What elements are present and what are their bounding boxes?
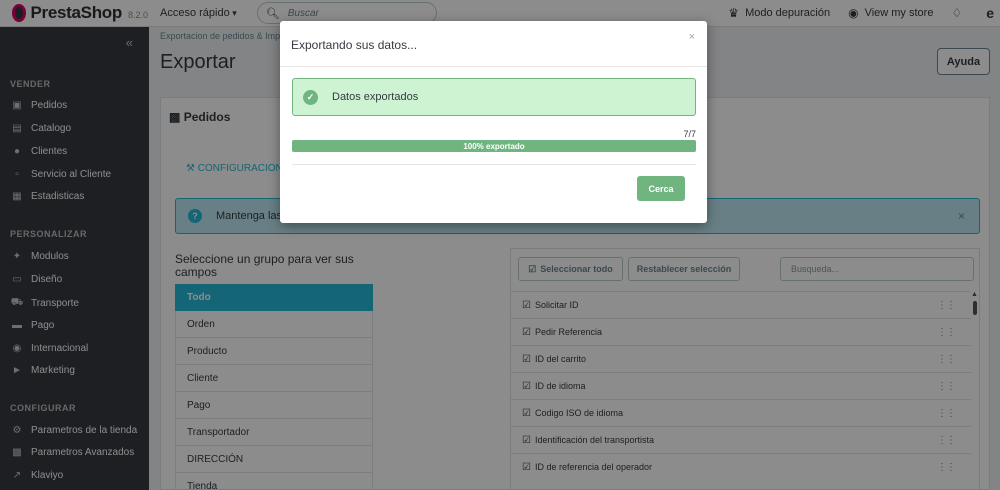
close-modal-button[interactable]: Cerca — [637, 176, 685, 201]
modal-title: Exportando sus datos... — [291, 38, 418, 52]
progress-fill: 100% exportado — [292, 140, 696, 152]
close-icon[interactable]: × — [689, 31, 695, 43]
divider — [280, 66, 707, 67]
progress-bar: 100% exportado — [292, 140, 696, 152]
check-icon: ✓ — [303, 89, 318, 105]
divider — [292, 164, 696, 165]
export-modal: Exportando sus datos... × ✓ Datos export… — [280, 21, 707, 223]
success-text: Datos exportados — [332, 91, 419, 103]
progress-count: 7/7 — [683, 129, 696, 139]
success-alert: ✓ Datos exportados — [292, 78, 696, 116]
